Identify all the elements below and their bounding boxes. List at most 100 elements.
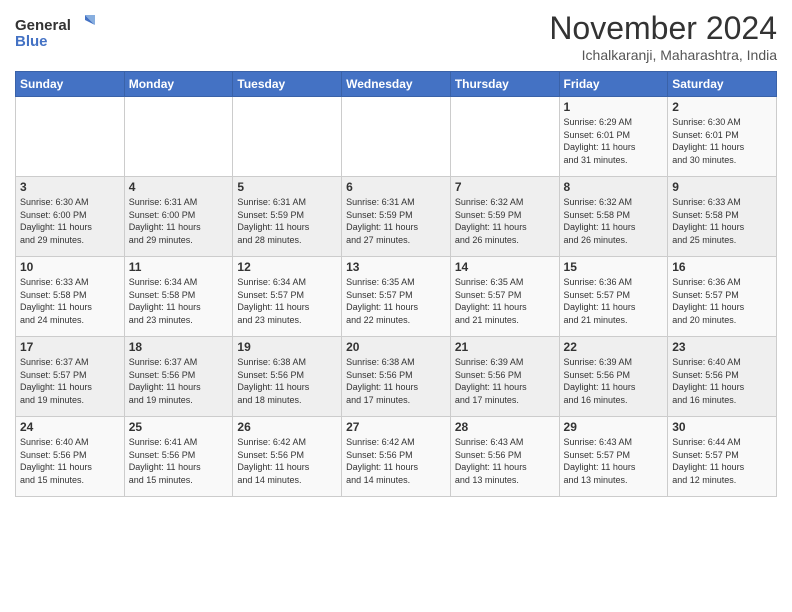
- day-number: 20: [346, 340, 446, 354]
- week-row-4: 24Sunrise: 6:40 AM Sunset: 5:56 PM Dayli…: [16, 417, 777, 497]
- col-wednesday: Wednesday: [342, 72, 451, 97]
- table-cell: 13Sunrise: 6:35 AM Sunset: 5:57 PM Dayli…: [342, 257, 451, 337]
- day-number: 27: [346, 420, 446, 434]
- table-cell: 17 Sunrise: 6:37 AM Sunset: 5:57 PM Dayli…: [16, 337, 125, 417]
- title-area: November 2024 Ichalkaranji, Maharashtra,…: [549, 10, 777, 63]
- day-info: Sunrise: 6:43 AM Sunset: 5:56 PM Dayligh…: [455, 436, 555, 486]
- day-info: Sunrise: 6:33 AM Sunset: 5:58 PM Dayligh…: [20, 276, 120, 326]
- day-info: Sunrise: 6:32 AM Sunset: 5:58 PM Dayligh…: [564, 196, 664, 246]
- page-container: General Blue November 2024 Ichalkaranji,…: [0, 0, 792, 502]
- day-info: Sunrise: 6:34 AM Sunset: 5:58 PM Dayligh…: [129, 276, 229, 326]
- day-info: Sunrise: 6:39 AM Sunset: 5:56 PM Dayligh…: [455, 356, 555, 406]
- day-info: Sunrise: 6:41 AM Sunset: 5:56 PM Dayligh…: [129, 436, 229, 486]
- table-cell: 28 Sunrise: 6:43 AM Sunset: 5:56 PM Dayli…: [450, 417, 559, 497]
- day-number: 18: [129, 340, 229, 354]
- table-cell: 15 Sunrise: 6:36 AM Sunset: 5:57 PM Dayli…: [559, 257, 668, 337]
- day-number: 19: [237, 340, 337, 354]
- table-cell: 12 Sunrise: 6:34 AM Sunset: 5:57 PM Dayli…: [233, 257, 342, 337]
- day-number: 22: [564, 340, 664, 354]
- col-thursday: Thursday: [450, 72, 559, 97]
- table-cell: 7 Sunrise: 6:32 AM Sunset: 5:59 PM Daylig…: [450, 177, 559, 257]
- table-cell: 20 Sunrise: 6:38 AM Sunset: 5:56 PM Dayli…: [342, 337, 451, 417]
- table-cell: 21 Sunrise: 6:39 AM Sunset: 5:56 PM Dayli…: [450, 337, 559, 417]
- day-info: Sunrise: 6:42 AM Sunset: 5:56 PM Dayligh…: [346, 436, 446, 486]
- day-number: 15: [564, 260, 664, 274]
- table-cell: 14 Sunrise: 6:35 AM Sunset: 5:57 PM Dayli…: [450, 257, 559, 337]
- day-info: Sunrise: 6:30 AM Sunset: 6:01 PM Dayligh…: [672, 116, 772, 166]
- day-number: 17: [20, 340, 120, 354]
- day-info: Sunrise: 6:34 AM Sunset: 5:57 PM Dayligh…: [237, 276, 337, 326]
- table-cell: 23 Sunrise: 6:40 AM Sunset: 5:56 PM Dayli…: [668, 337, 777, 417]
- header: General Blue November 2024 Ichalkaranji,…: [15, 10, 777, 63]
- day-number: 21: [455, 340, 555, 354]
- day-number: 13: [346, 260, 446, 274]
- day-info: Sunrise: 6:43 AM Sunset: 5:57 PM Dayligh…: [564, 436, 664, 486]
- day-number: 10: [20, 260, 120, 274]
- table-cell: 16 Sunrise: 6:36 AM Sunset: 5:57 PM Dayli…: [668, 257, 777, 337]
- day-number: 6: [346, 180, 446, 194]
- day-info: Sunrise: 6:29 AM Sunset: 6:01 PM Dayligh…: [564, 116, 664, 166]
- logo: General Blue: [15, 10, 95, 54]
- day-number: 5: [237, 180, 337, 194]
- table-cell: 6 Sunrise: 6:31 AM Sunset: 5:59 PM Daylig…: [342, 177, 451, 257]
- week-row-3: 17 Sunrise: 6:37 AM Sunset: 5:57 PM Dayli…: [16, 337, 777, 417]
- day-number: 11: [129, 260, 229, 274]
- calendar-header-row: Sunday Monday Tuesday Wednesday Thursday…: [16, 72, 777, 97]
- day-info: Sunrise: 6:38 AM Sunset: 5:56 PM Dayligh…: [346, 356, 446, 406]
- day-info: Sunrise: 6:40 AM Sunset: 5:56 PM Dayligh…: [672, 356, 772, 406]
- day-info: Sunrise: 6:32 AM Sunset: 5:59 PM Dayligh…: [455, 196, 555, 246]
- week-row-0: 1 Sunrise: 6:29 AM Sunset: 6:01 PM Daylig…: [16, 97, 777, 177]
- table-cell: [342, 97, 451, 177]
- day-number: 12: [237, 260, 337, 274]
- day-info: Sunrise: 6:31 AM Sunset: 5:59 PM Dayligh…: [237, 196, 337, 246]
- table-cell: 1 Sunrise: 6:29 AM Sunset: 6:01 PM Daylig…: [559, 97, 668, 177]
- day-number: 26: [237, 420, 337, 434]
- day-info: Sunrise: 6:38 AM Sunset: 5:56 PM Dayligh…: [237, 356, 337, 406]
- table-cell: 27 Sunrise: 6:42 AM Sunset: 5:56 PM Dayli…: [342, 417, 451, 497]
- table-cell: [450, 97, 559, 177]
- table-cell: 9 Sunrise: 6:33 AM Sunset: 5:58 PM Daylig…: [668, 177, 777, 257]
- day-number: 4: [129, 180, 229, 194]
- table-cell: 30 Sunrise: 6:44 AM Sunset: 5:57 PM Dayli…: [668, 417, 777, 497]
- day-info: Sunrise: 6:31 AM Sunset: 6:00 PM Dayligh…: [129, 196, 229, 246]
- day-number: 25: [129, 420, 229, 434]
- day-info: Sunrise: 6:44 AM Sunset: 5:57 PM Dayligh…: [672, 436, 772, 486]
- day-number: 28: [455, 420, 555, 434]
- day-info: Sunrise: 6:35 AM Sunset: 5:57 PM Dayligh…: [455, 276, 555, 326]
- table-cell: 3Sunrise: 6:30 AM Sunset: 6:00 PM Daylig…: [16, 177, 125, 257]
- col-tuesday: Tuesday: [233, 72, 342, 97]
- table-cell: [233, 97, 342, 177]
- table-cell: [124, 97, 233, 177]
- col-friday: Friday: [559, 72, 668, 97]
- day-number: 7: [455, 180, 555, 194]
- table-cell: 4 Sunrise: 6:31 AM Sunset: 6:00 PM Daylig…: [124, 177, 233, 257]
- calendar-body: 1 Sunrise: 6:29 AM Sunset: 6:01 PM Daylig…: [16, 97, 777, 497]
- col-sunday: Sunday: [16, 72, 125, 97]
- day-number: 24: [20, 420, 120, 434]
- day-info: Sunrise: 6:36 AM Sunset: 5:57 PM Dayligh…: [672, 276, 772, 326]
- calendar-table: Sunday Monday Tuesday Wednesday Thursday…: [15, 71, 777, 497]
- day-info: Sunrise: 6:37 AM Sunset: 5:56 PM Dayligh…: [129, 356, 229, 406]
- day-number: 16: [672, 260, 772, 274]
- svg-text:Blue: Blue: [15, 33, 48, 50]
- table-cell: 24Sunrise: 6:40 AM Sunset: 5:56 PM Dayli…: [16, 417, 125, 497]
- table-cell: 26 Sunrise: 6:42 AM Sunset: 5:56 PM Dayli…: [233, 417, 342, 497]
- day-number: 9: [672, 180, 772, 194]
- day-info: Sunrise: 6:31 AM Sunset: 5:59 PM Dayligh…: [346, 196, 446, 246]
- day-number: 14: [455, 260, 555, 274]
- day-number: 30: [672, 420, 772, 434]
- day-info: Sunrise: 6:42 AM Sunset: 5:56 PM Dayligh…: [237, 436, 337, 486]
- week-row-1: 3Sunrise: 6:30 AM Sunset: 6:00 PM Daylig…: [16, 177, 777, 257]
- day-info: Sunrise: 6:37 AM Sunset: 5:57 PM Dayligh…: [20, 356, 120, 406]
- table-cell: 25 Sunrise: 6:41 AM Sunset: 5:56 PM Dayli…: [124, 417, 233, 497]
- table-cell: 5 Sunrise: 6:31 AM Sunset: 5:59 PM Daylig…: [233, 177, 342, 257]
- col-saturday: Saturday: [668, 72, 777, 97]
- day-info: Sunrise: 6:33 AM Sunset: 5:58 PM Dayligh…: [672, 196, 772, 246]
- day-info: Sunrise: 6:30 AM Sunset: 6:00 PM Dayligh…: [20, 196, 120, 246]
- day-number: 1: [564, 100, 664, 114]
- day-number: 29: [564, 420, 664, 434]
- day-info: Sunrise: 6:36 AM Sunset: 5:57 PM Dayligh…: [564, 276, 664, 326]
- table-cell: 18 Sunrise: 6:37 AM Sunset: 5:56 PM Dayli…: [124, 337, 233, 417]
- day-number: 8: [564, 180, 664, 194]
- day-number: 23: [672, 340, 772, 354]
